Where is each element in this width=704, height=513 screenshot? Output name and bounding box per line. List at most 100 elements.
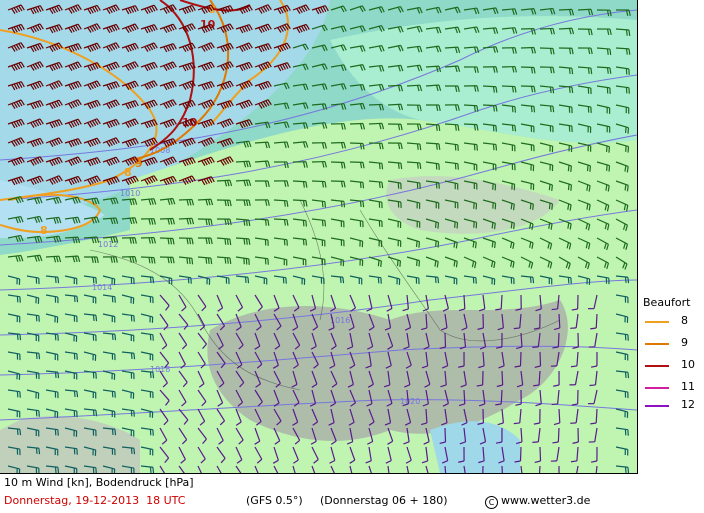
wind-barb-feather (510, 203, 513, 210)
legend-line (645, 321, 669, 323)
wind-barb-feather (435, 124, 438, 131)
wind-barb-feather (533, 106, 536, 113)
wind-barb-feather (92, 314, 95, 322)
wind-barb-feather (188, 258, 191, 265)
footer-model: (GFS 0.5°) (246, 494, 303, 507)
wind-barb-feather (571, 68, 574, 75)
wind-barb-feather (130, 352, 133, 360)
wind-barb-feather (152, 277, 155, 284)
legend-line (645, 405, 669, 407)
legend-label: 11 (681, 380, 695, 393)
wind-barb-staff (500, 294, 503, 310)
wind-barb-feather (416, 162, 419, 169)
wind-barb-feather (551, 308, 558, 311)
wind-barb-feather (243, 219, 246, 226)
map-footer: 10 m Wind [kn], Bodendruck [hPa] Donners… (0, 474, 637, 513)
wind-barb-feather (19, 429, 22, 436)
wind-barb-feather (149, 371, 152, 379)
footer-date: Donnerstag, 19-12-2013 18 UTC (4, 494, 186, 507)
wind-barb-feather (590, 68, 593, 75)
wind-barb-feather (437, 277, 440, 284)
wind-barb-feather (191, 258, 194, 265)
wind-barb-feather (205, 257, 208, 264)
wind-barb-feather (19, 334, 22, 341)
wind-barb-feather (152, 372, 155, 379)
wind-barb-feather (397, 162, 400, 169)
wind-barb-feather (549, 105, 552, 112)
wind-barb-feather (495, 144, 498, 151)
wind-barb-feather (530, 106, 533, 113)
wind-barb-feather (551, 203, 554, 210)
wind-barb-feather (283, 200, 286, 207)
wind-barb-feather (587, 67, 590, 74)
wind-barb-feather (568, 67, 571, 75)
wind-barb-feather (529, 203, 532, 210)
wind-barb-feather (362, 201, 365, 208)
wind-barb-feather (533, 384, 540, 387)
wind-barb-staff (558, 313, 561, 329)
legend-line (645, 343, 669, 345)
wind-barb-feather (399, 260, 402, 267)
wind-barb-feather (494, 242, 496, 249)
wind-barb-feather (513, 422, 520, 425)
wind-barb-staff (500, 389, 503, 405)
wind-barb-feather (133, 448, 136, 455)
footer-run: (Donnerstag 06 + 180) (320, 494, 448, 507)
wind-barb-feather (248, 219, 251, 227)
wind-barb-feather (130, 447, 133, 455)
wind-barb-feather (570, 184, 573, 191)
isobar-label: 1010 (120, 189, 140, 198)
wind-barb-feather (248, 238, 251, 245)
wind-barb-feather (286, 200, 289, 207)
wind-barb-feather (609, 48, 612, 56)
wind-barb-feather (476, 105, 479, 112)
wind-barb-feather (324, 220, 327, 227)
wind-barb-feather (149, 466, 152, 473)
wind-barb-feather (609, 67, 612, 74)
wind-barb-feather (35, 447, 38, 455)
wind-barb-feather (627, 372, 630, 379)
wind-barb-staff (463, 294, 466, 310)
wind-barb-feather (512, 204, 515, 211)
wind-barb-feather (624, 466, 627, 473)
wind-barb-feather (419, 162, 422, 169)
wind-barb-feather (626, 185, 629, 192)
wind-barb-feather (400, 163, 403, 170)
wind-barb-feather (73, 295, 76, 303)
wind-barb-feather (54, 371, 57, 379)
wind-barb-feather (551, 403, 558, 406)
wind-barb-feather (474, 242, 477, 249)
wind-barb-feather (114, 334, 117, 341)
legend-label: 8 (681, 314, 688, 327)
wind-barb-feather (224, 238, 227, 245)
wind-barb-feather (76, 391, 79, 398)
wind-barb-staff (519, 351, 522, 367)
wind-barb-feather (434, 276, 437, 284)
wind-barb-feather (244, 276, 247, 284)
wind-barb-feather (92, 409, 95, 417)
wind-barb-feather (532, 441, 539, 444)
wind-barb-feather (473, 105, 476, 112)
wind-barb-feather (586, 164, 589, 172)
wind-barb-feather (549, 87, 552, 94)
wind-barb-feather (186, 257, 189, 264)
wind-barb-feather (152, 467, 155, 473)
wind-barb-feather (416, 143, 419, 150)
wind-barb-staff (539, 351, 542, 367)
wind-barb-feather (511, 125, 514, 132)
wind-barb-feather (339, 276, 342, 284)
beaufort-contour-label: 8 (40, 224, 48, 237)
wind-barb-feather (491, 241, 494, 248)
wind-barb-feather (229, 239, 232, 246)
wind-barb-feather (381, 182, 384, 189)
wind-barb-feather (396, 260, 399, 267)
wind-barb-feather (568, 86, 571, 93)
isobar-label: 1020 (400, 397, 420, 406)
wind-barb-feather (491, 222, 494, 229)
wind-barb-feather (38, 353, 41, 360)
wind-barb-feather (95, 315, 98, 322)
wind-barb-feather (378, 181, 381, 188)
wind-barb-feather (226, 257, 229, 264)
wind-barb-staff (557, 332, 560, 348)
wind-barb-feather (340, 201, 343, 208)
